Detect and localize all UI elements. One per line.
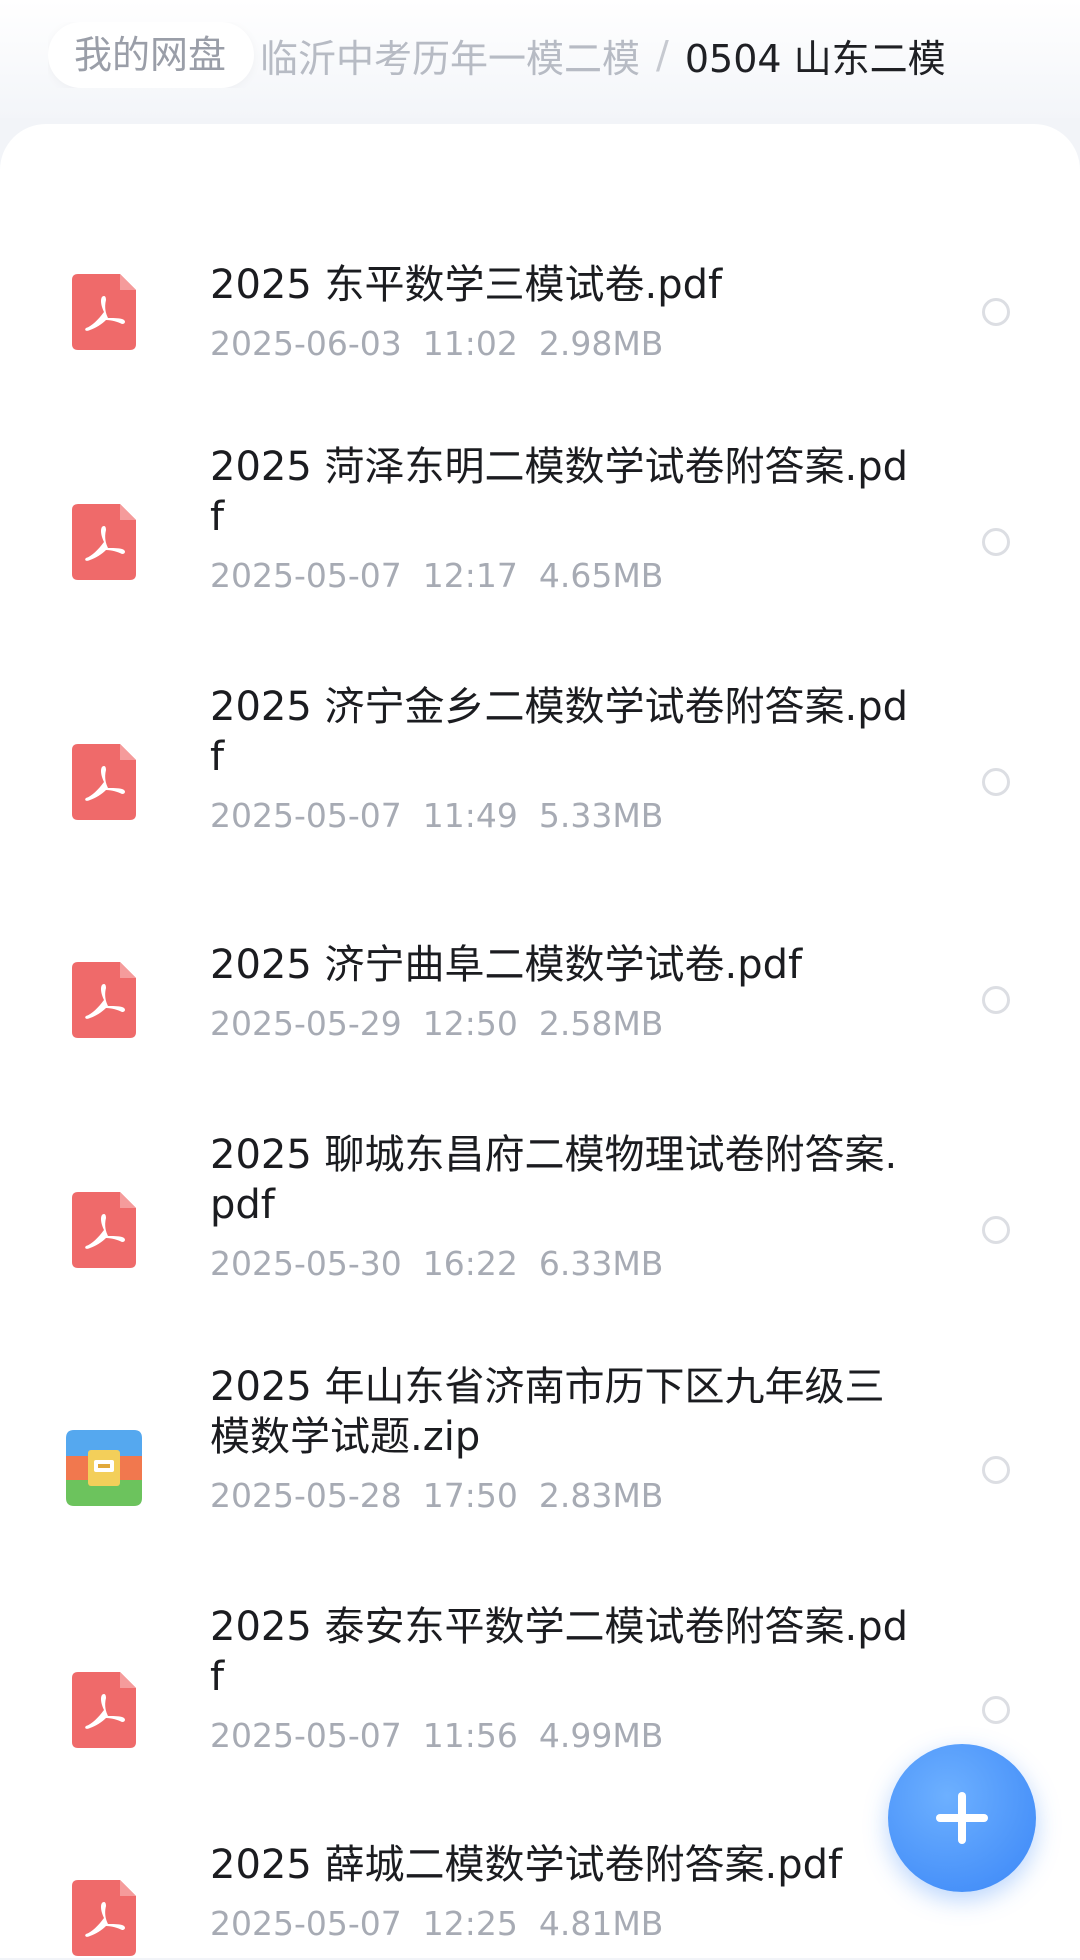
breadcrumb-separator: / [656, 33, 669, 77]
file-name: 2025 聊城东昌府二模物理试卷附答案.pdf [210, 1132, 898, 1228]
file-meta: 2025-05-07 11:56 4.99MB [210, 1716, 910, 1756]
file-date: 2025-05-28 [210, 1476, 402, 1515]
file-date: 2025-05-07 [210, 796, 402, 835]
file-size: 4.81MB [538, 1904, 664, 1943]
file-date: 2025-05-07 [210, 556, 402, 595]
file-name: 2025 菏泽东明二模数学试卷附答案.pdf [210, 444, 909, 540]
file-size: 6.33MB [538, 1244, 664, 1283]
add-button[interactable] [888, 1744, 1036, 1892]
file-name: 2025 年山东省济南市历下区九年级三模数学试题.zip [210, 1364, 885, 1460]
file-meta: 2025-05-29 12:50 2.58MB [210, 1004, 910, 1044]
file-size: 2.58MB [538, 1004, 664, 1043]
pdf-file-icon [72, 274, 136, 350]
pdf-file-icon [72, 744, 136, 820]
file-size: 2.98MB [538, 324, 664, 363]
file-meta: 2025-06-03 11:02 2.98MB [210, 324, 910, 364]
file-size: 2.83MB [538, 1476, 664, 1515]
select-radio[interactable] [982, 986, 1010, 1014]
pdf-file-icon [72, 962, 136, 1038]
file-meta: 2025-05-07 12:17 4.65MB [210, 556, 910, 596]
breadcrumb-current-folder: 0504 山东二模 [684, 36, 946, 81]
file-time: 16:22 [422, 1244, 518, 1283]
file-date: 2025-05-07 [210, 1904, 402, 1943]
file-meta: 2025-05-30 16:22 6.33MB [210, 1244, 910, 1284]
pdf-file-icon [72, 1192, 136, 1268]
file-name: 2025 泰安东平数学二模试卷附答案.pdf [210, 1604, 909, 1700]
file-list: 2025 东平数学三模试卷.pdf 2025-06-03 11:02 2.98M… [0, 124, 1080, 1958]
file-time: 12:25 [422, 1904, 518, 1943]
file-size: 4.99MB [538, 1716, 664, 1755]
breadcrumb: 我的网盘 临沂中考历年一模二模 / 0504 山东二模 [48, 22, 1040, 88]
file-date: 2025-06-03 [210, 324, 402, 363]
file-size: 5.33MB [538, 796, 664, 835]
file-date: 2025-05-07 [210, 1716, 402, 1755]
file-date: 2025-05-30 [210, 1244, 402, 1283]
select-radio[interactable] [982, 1696, 1010, 1724]
file-meta: 2025-05-07 12:25 4.81MB [210, 1904, 910, 1944]
plus-icon [936, 1792, 988, 1844]
file-size: 4.65MB [538, 556, 664, 595]
file-time: 11:56 [422, 1716, 518, 1755]
file-time: 12:50 [422, 1004, 518, 1043]
file-time: 17:50 [422, 1476, 518, 1515]
file-meta: 2025-05-07 11:49 5.33MB [210, 796, 910, 836]
breadcrumb-parent-folder[interactable]: 临沂中考历年一模二模 [260, 28, 640, 83]
pdf-file-icon [72, 504, 136, 580]
pdf-file-icon [72, 1880, 136, 1956]
file-time: 11:02 [422, 324, 518, 363]
zip-archive-icon [66, 1430, 142, 1506]
file-name: 2025 薛城二模数学试卷附答案.pdf [210, 1842, 843, 1888]
file-name: 2025 济宁曲阜二模数学试卷.pdf [210, 942, 803, 988]
breadcrumb-root[interactable]: 我的网盘 [48, 22, 255, 88]
file-name: 2025 济宁金乡二模数学试卷附答案.pdf [210, 684, 909, 780]
select-radio[interactable] [982, 528, 1010, 556]
file-time: 12:17 [422, 556, 518, 595]
file-time: 11:49 [422, 796, 518, 835]
select-radio[interactable] [982, 298, 1010, 326]
pdf-file-icon [72, 1672, 136, 1748]
select-radio[interactable] [982, 1216, 1010, 1244]
select-radio[interactable] [982, 768, 1010, 796]
file-name: 2025 东平数学三模试卷.pdf [210, 262, 723, 308]
file-date: 2025-05-29 [210, 1004, 402, 1043]
file-meta: 2025-05-28 17:50 2.83MB [210, 1476, 910, 1516]
select-radio[interactable] [982, 1456, 1010, 1484]
top-bar: 我的网盘 临沂中考历年一模二模 / 0504 山东二模 [0, 0, 1080, 118]
